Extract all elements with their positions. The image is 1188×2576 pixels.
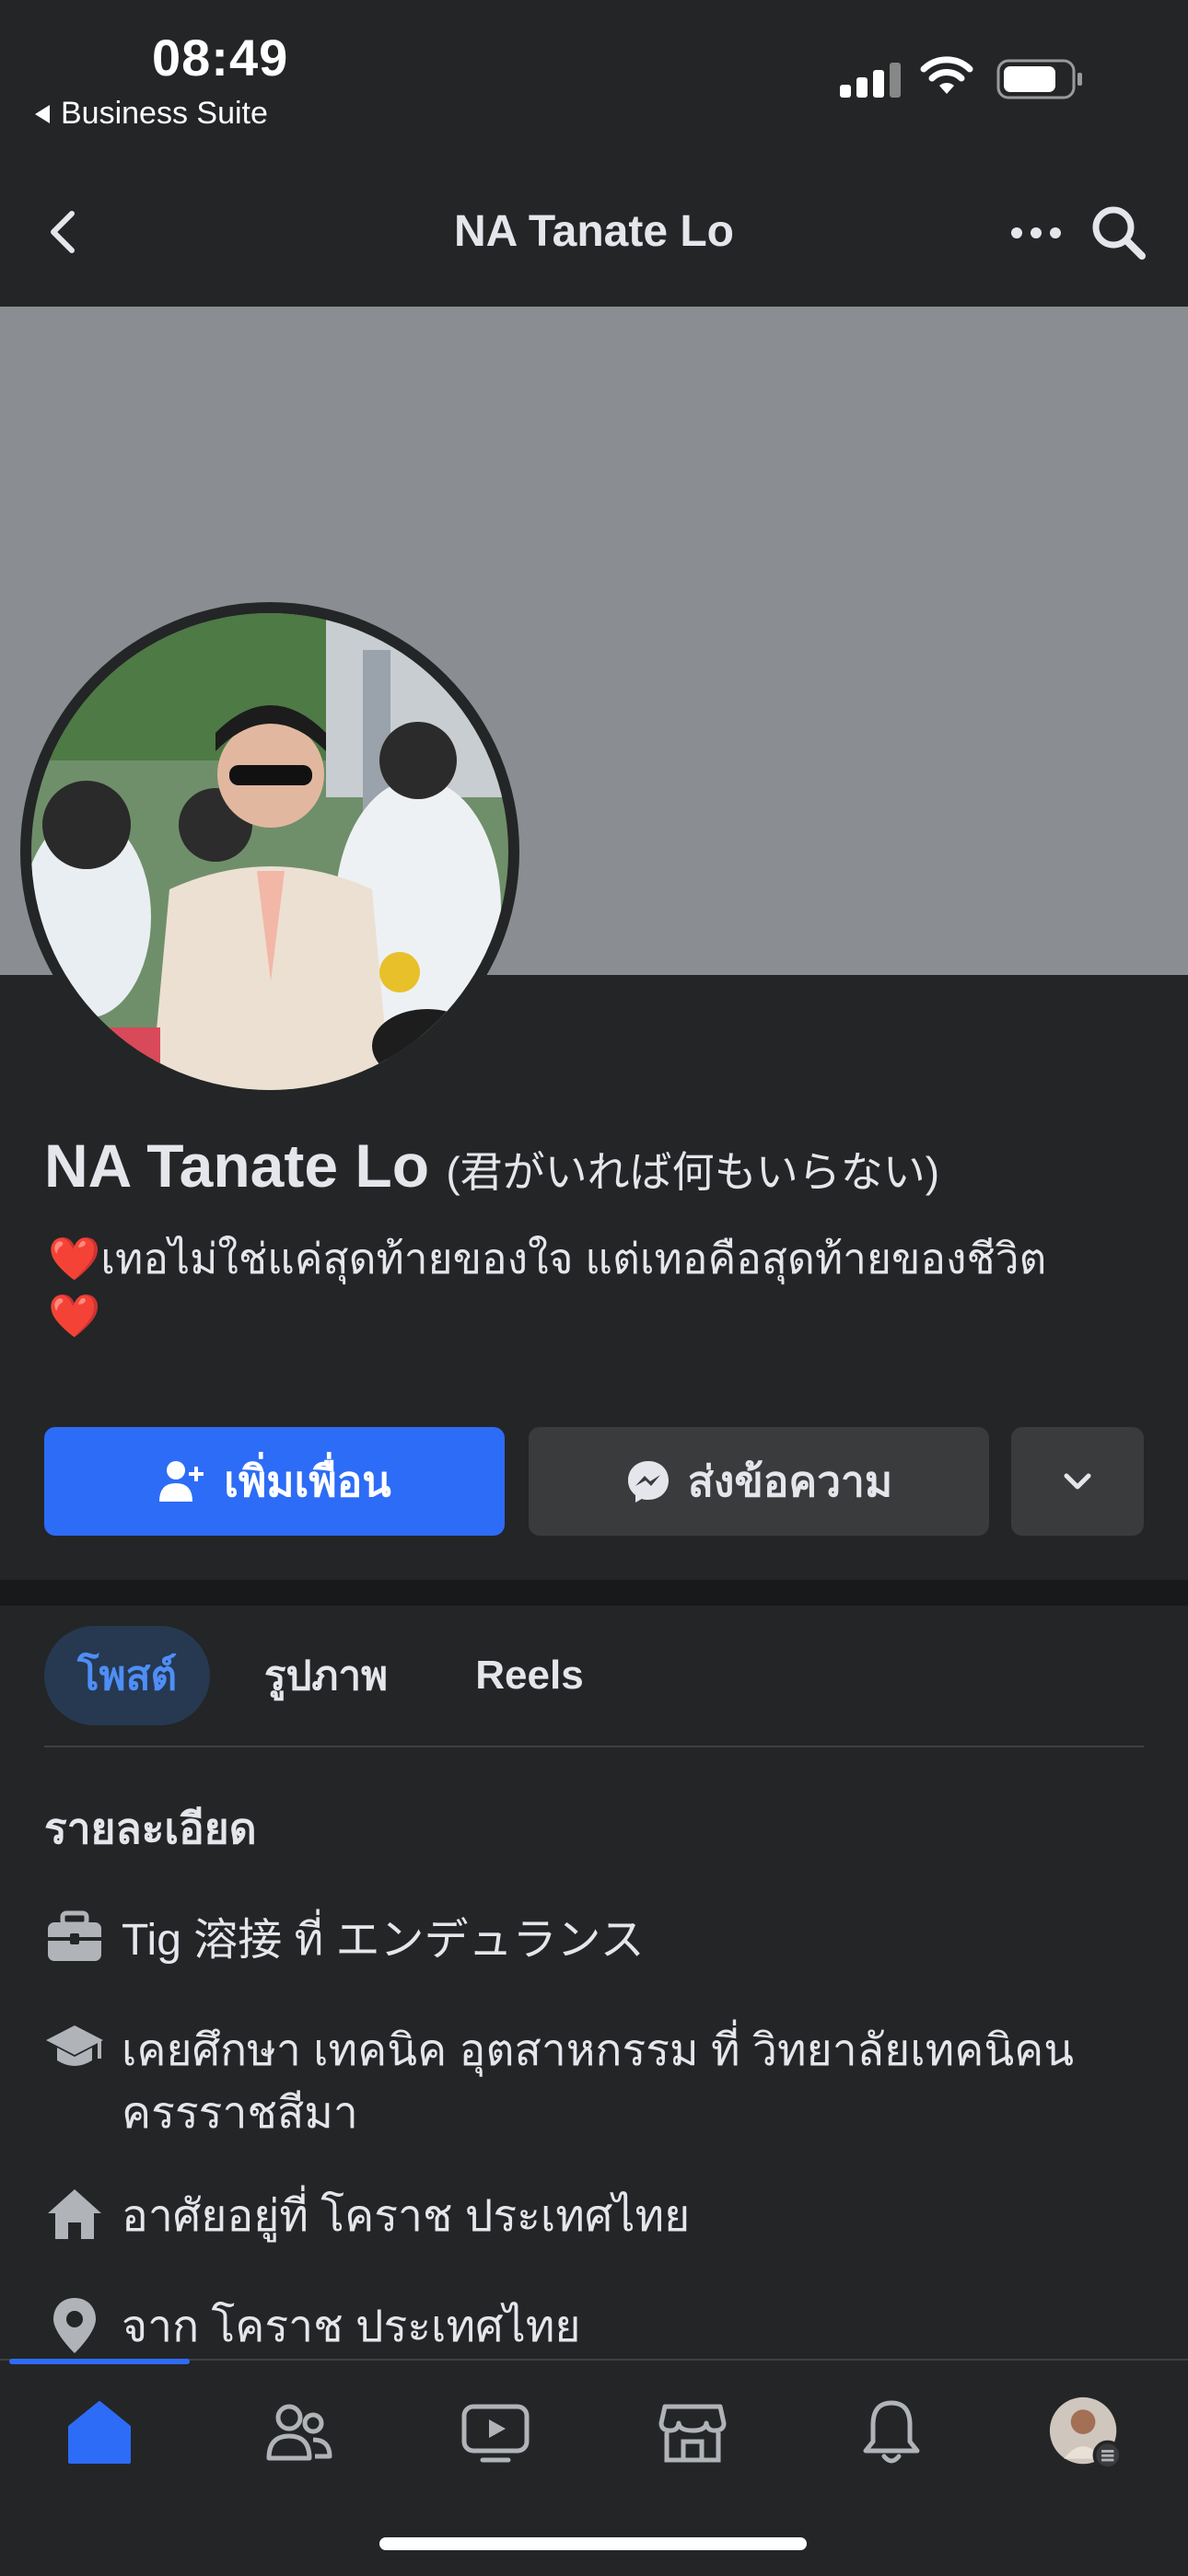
search-icon[interactable] [1087,201,1151,265]
details-heading: รายละเอียด [44,1804,257,1852]
detail-work[interactable]: Tig 溶接 ที่ エンデュランス [44,1909,1149,1972]
profile-bio: ❤️เทอไม่ใช่แค่สุดท้ายของใจ แต่เทอคือสุดท… [48,1230,1153,1344]
detail-lives-in-text: อาศัยอยู่ที่ โคราช ประเทศไทย [122,2192,691,2241]
section-divider [0,1580,1188,1606]
chevron-down-icon [1064,1473,1091,1490]
profile-name: NA Tanate Lo (君がいれば何もいらない) [44,1131,939,1201]
active-tab-indicator [9,2359,190,2364]
tab-posts[interactable]: โพสต์ [44,1626,210,1725]
heart-emoji-end: ❤️ [48,1292,101,1340]
profile-picture[interactable] [31,613,508,1090]
cellular-signal-icon [840,63,901,98]
add-person-icon [159,1461,204,1502]
tabs-divider [44,1746,1144,1747]
profile-alternate-name: (君がいれば何もいらない) [446,1148,940,1196]
location-pin-icon [44,2296,122,2353]
marketplace-icon[interactable] [656,2396,729,2469]
briefcase-icon [44,1909,122,1965]
battery-icon [996,59,1082,99]
bell-icon[interactable] [855,2396,928,2469]
message-label: ส่งข้อความ [687,1456,893,1505]
graduation-cap-icon [44,2020,122,2075]
back-app-label: Business Suite [61,96,268,131]
home-icon[interactable] [63,2396,136,2469]
detail-from-text: จาก โคราช ประเทศไทย [122,2303,581,2351]
profile-menu-icon[interactable] [1048,2396,1122,2469]
tab-photos[interactable]: รูปภาพ [243,1626,409,1725]
tab-reels[interactable]: Reels [451,1626,608,1725]
add-friend-label: เพิ่มเพื่อน [224,1456,391,1505]
home-indicator[interactable] [379,2537,807,2550]
home-icon [44,2186,122,2241]
friends-icon[interactable] [262,2396,335,2469]
back-triangle-icon [35,104,50,123]
detail-from[interactable]: จาก โคราช ประเทศไทย [44,2296,1149,2359]
status-time: 08:49 [152,29,289,87]
wifi-icon [920,56,973,94]
heart-emoji: ❤️ [48,1235,101,1282]
add-friend-button[interactable]: เพิ่มเพื่อน [44,1427,505,1536]
detail-education-text: เคยศึกษา เทคนิค อุตสาหกรรม ที่ วิทยาลัยเ… [122,2026,1075,2138]
more-options-icon[interactable] [1004,210,1068,256]
profile-display-name: NA Tanate Lo [44,1131,430,1200]
detail-work-text: Tig 溶接 ที่ エンデュランス [122,1916,645,1965]
more-actions-button[interactable] [1011,1427,1144,1536]
messenger-icon [627,1461,669,1503]
back-to-app-link[interactable]: Business Suite [35,96,268,132]
bio-text: เทอไม่ใช่แค่สุดท้ายของใจ แต่เทอคือสุดท้า… [100,1235,1047,1282]
video-icon[interactable] [459,2396,532,2469]
detail-education[interactable]: เคยศึกษา เทคนิค อุตสาหกรรม ที่ วิทยาลัยเ… [44,2020,1149,2145]
message-button[interactable]: ส่งข้อความ [529,1427,989,1536]
detail-lives-in[interactable]: อาศัยอยู่ที่ โคราช ประเทศไทย [44,2186,1149,2248]
